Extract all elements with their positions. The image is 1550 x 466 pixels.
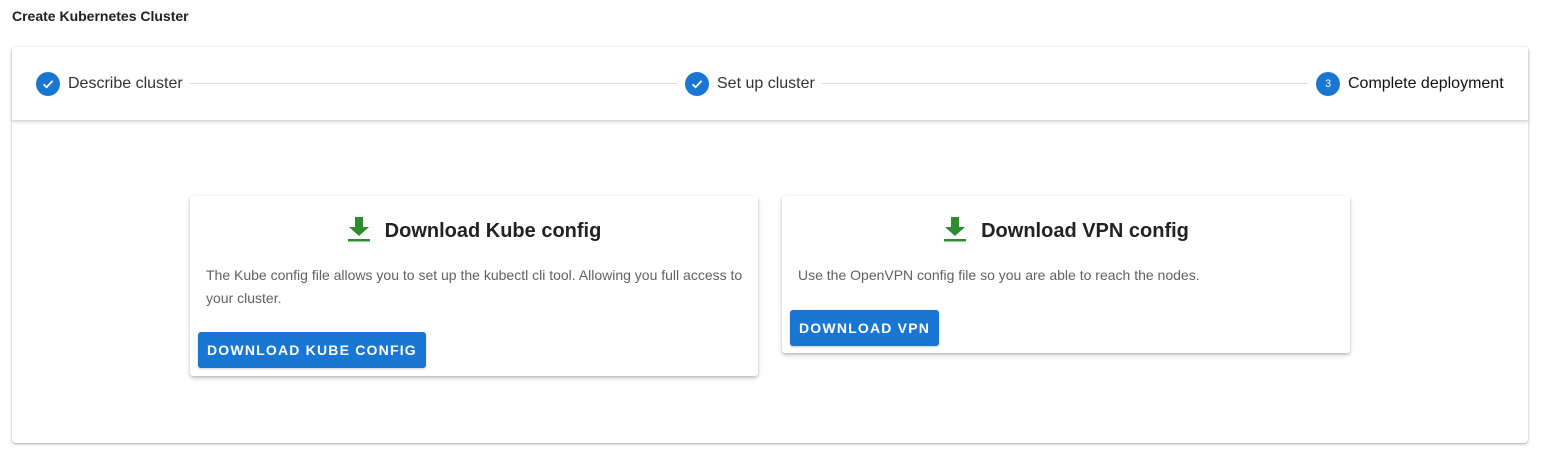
kube-config-card: Download Kube config The Kube config fil… xyxy=(190,196,758,376)
step-set-up-cluster[interactable]: Set up cluster xyxy=(685,72,815,96)
card-description: Use the OpenVPN config file so you are a… xyxy=(798,267,1200,283)
download-icon xyxy=(943,216,967,247)
step-complete-deployment[interactable]: 3 Complete deployment xyxy=(1316,72,1504,96)
step-number-badge: 3 xyxy=(1316,72,1340,96)
download-icon xyxy=(347,216,371,247)
step-describe-cluster[interactable]: Describe cluster xyxy=(36,72,183,96)
card-description: The Kube config file allows you to set u… xyxy=(206,267,743,306)
step-label: Describe cluster xyxy=(68,75,183,92)
step-label: Complete deployment xyxy=(1348,75,1504,92)
vpn-config-card: Download VPN config Use the OpenVPN conf… xyxy=(782,196,1350,353)
download-kube-config-button[interactable]: DOWNLOAD KUBE CONFIG xyxy=(198,332,426,368)
check-icon xyxy=(685,72,709,96)
card-title-text: Download VPN config xyxy=(981,220,1189,242)
card-title: Download VPN config xyxy=(782,216,1350,247)
page-title: Create Kubernetes Cluster xyxy=(12,8,189,24)
download-vpn-button[interactable]: DOWNLOAD VPN xyxy=(790,310,940,346)
step-label: Set up cluster xyxy=(717,75,815,92)
card-title-text: Download Kube config xyxy=(384,220,602,242)
stepper: Describe cluster Set up cluster 3 Comple… xyxy=(12,47,1528,121)
step-divider xyxy=(822,83,1308,84)
check-icon xyxy=(36,72,60,96)
card-title: Download Kube config xyxy=(190,216,758,247)
step-divider xyxy=(190,83,677,84)
create-cluster-wizard: Describe cluster Set up cluster 3 Comple… xyxy=(12,47,1528,443)
